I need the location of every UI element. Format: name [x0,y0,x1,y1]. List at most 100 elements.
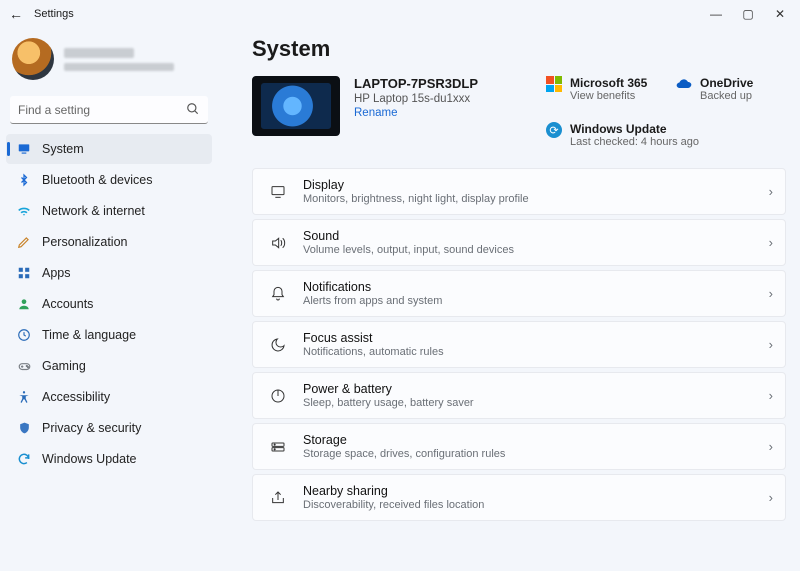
nav-list: System Bluetooth & devices Network & int… [6,134,212,474]
bell-icon [267,286,289,302]
sidebar-item-network[interactable]: Network & internet [6,196,212,226]
maximize-button[interactable]: ▢ [732,7,764,21]
sidebar-item-privacy[interactable]: Privacy & security [6,413,212,443]
card-title: Notifications [303,280,442,294]
sidebar-item-label: Gaming [42,359,86,373]
minimize-button[interactable]: — [700,7,732,21]
power-icon [267,388,289,404]
card-focus-assist[interactable]: Focus assistNotifications, automatic rul… [252,321,786,368]
info-tiles: Microsoft 365 View benefits OneDrive Bac… [546,76,786,148]
sidebar-item-label: Time & language [42,328,136,342]
display-icon [267,184,289,200]
tile-title: OneDrive [700,76,753,90]
sidebar-item-label: Network & internet [42,204,145,218]
shield-icon [16,420,32,436]
card-notifications[interactable]: NotificationsAlerts from apps and system… [252,270,786,317]
sidebar-item-system[interactable]: System [6,134,212,164]
sidebar-item-time[interactable]: Time & language [6,320,212,350]
sidebar-item-label: Accessibility [42,390,110,404]
card-sub: Storage space, drives, configuration rul… [303,448,505,460]
card-sub: Alerts from apps and system [303,295,442,307]
search-wrap [10,96,208,124]
chevron-right-icon: › [769,235,773,250]
sidebar-item-label: Apps [42,266,71,280]
sidebar-item-label: Accounts [42,297,93,311]
sidebar-item-apps[interactable]: Apps [6,258,212,288]
sidebar-item-accessibility[interactable]: Accessibility [6,382,212,412]
card-title: Power & battery [303,382,474,396]
tile-title: Microsoft 365 [570,76,647,90]
chevron-right-icon: › [769,439,773,454]
wifi-icon [16,203,32,219]
card-sub: Volume levels, output, input, sound devi… [303,244,514,256]
card-title: Sound [303,229,514,243]
microsoft-logo-icon [546,76,562,92]
profile-text [64,48,174,71]
accessibility-icon [16,389,32,405]
device-model: HP Laptop 15s-du1xxx [354,93,478,105]
sidebar-item-accounts[interactable]: Accounts [6,289,212,319]
card-sub: Discoverability, received files location [303,499,484,511]
card-title: Nearby sharing [303,484,484,498]
sidebar-item-personalization[interactable]: Personalization [6,227,212,257]
system-icon [16,141,32,157]
device-thumbnail [252,76,340,136]
tile-windows-update[interactable]: ⟳ Windows Update Last checked: 4 hours a… [546,122,776,148]
card-title: Focus assist [303,331,444,345]
sidebar-item-label: Privacy & security [42,421,141,435]
card-display[interactable]: DisplayMonitors, brightness, night light… [252,168,786,215]
sidebar-item-bluetooth[interactable]: Bluetooth & devices [6,165,212,195]
update-icon [16,451,32,467]
sidebar-item-label: System [42,142,84,156]
device-info-row: LAPTOP-7PSR3DLP HP Laptop 15s-du1xxx Ren… [252,76,786,148]
chevron-right-icon: › [769,490,773,505]
back-button[interactable]: ← [4,6,28,22]
clock-icon [16,327,32,343]
tile-microsoft-365[interactable]: Microsoft 365 View benefits [546,76,656,102]
card-nearby-sharing[interactable]: Nearby sharingDiscoverability, received … [252,474,786,521]
person-icon [16,296,32,312]
chevron-right-icon: › [769,184,773,199]
sound-icon [267,235,289,251]
sidebar: System Bluetooth & devices Network & int… [0,28,218,571]
card-sound[interactable]: SoundVolume levels, output, input, sound… [252,219,786,266]
chevron-right-icon: › [769,388,773,403]
tile-sub: Last checked: 4 hours ago [570,136,699,148]
sidebar-item-label: Bluetooth & devices [42,173,153,187]
card-sub: Notifications, automatic rules [303,346,444,358]
device-name: LAPTOP-7PSR3DLP [354,76,478,91]
bluetooth-icon [16,172,32,188]
sidebar-item-windows-update[interactable]: Windows Update [6,444,212,474]
tile-sub: Backed up [700,90,753,102]
profile-block[interactable] [6,32,212,90]
sidebar-item-label: Personalization [42,235,127,249]
chevron-right-icon: › [769,286,773,301]
main-panel: System LAPTOP-7PSR3DLP HP Laptop 15s-du1… [218,28,800,571]
tile-sub: View benefits [570,90,647,102]
chevron-right-icon: › [769,337,773,352]
page-title: System [252,36,786,62]
search-input[interactable] [10,96,208,124]
brush-icon [16,234,32,250]
tile-onedrive[interactable]: OneDrive Backed up [676,76,786,102]
sidebar-item-gaming[interactable]: Gaming [6,351,212,381]
storage-icon [267,439,289,455]
avatar [12,38,54,80]
share-icon [267,490,289,506]
update-circle-icon: ⟳ [546,122,562,138]
card-title: Display [303,178,529,192]
apps-icon [16,265,32,281]
card-sub: Monitors, brightness, night light, displ… [303,193,529,205]
card-storage[interactable]: StorageStorage space, drives, configurat… [252,423,786,470]
device-text: LAPTOP-7PSR3DLP HP Laptop 15s-du1xxx Ren… [354,76,478,119]
sidebar-item-label: Windows Update [42,452,137,466]
card-power[interactable]: Power & batterySleep, battery usage, bat… [252,372,786,419]
titlebar: ← Settings — ▢ ✕ [0,0,800,28]
card-title: Storage [303,433,505,447]
rename-link[interactable]: Rename [354,107,397,119]
settings-cards: DisplayMonitors, brightness, night light… [252,168,786,521]
tile-title: Windows Update [570,122,699,136]
close-button[interactable]: ✕ [764,7,796,21]
moon-icon [267,337,289,353]
gamepad-icon [16,358,32,374]
